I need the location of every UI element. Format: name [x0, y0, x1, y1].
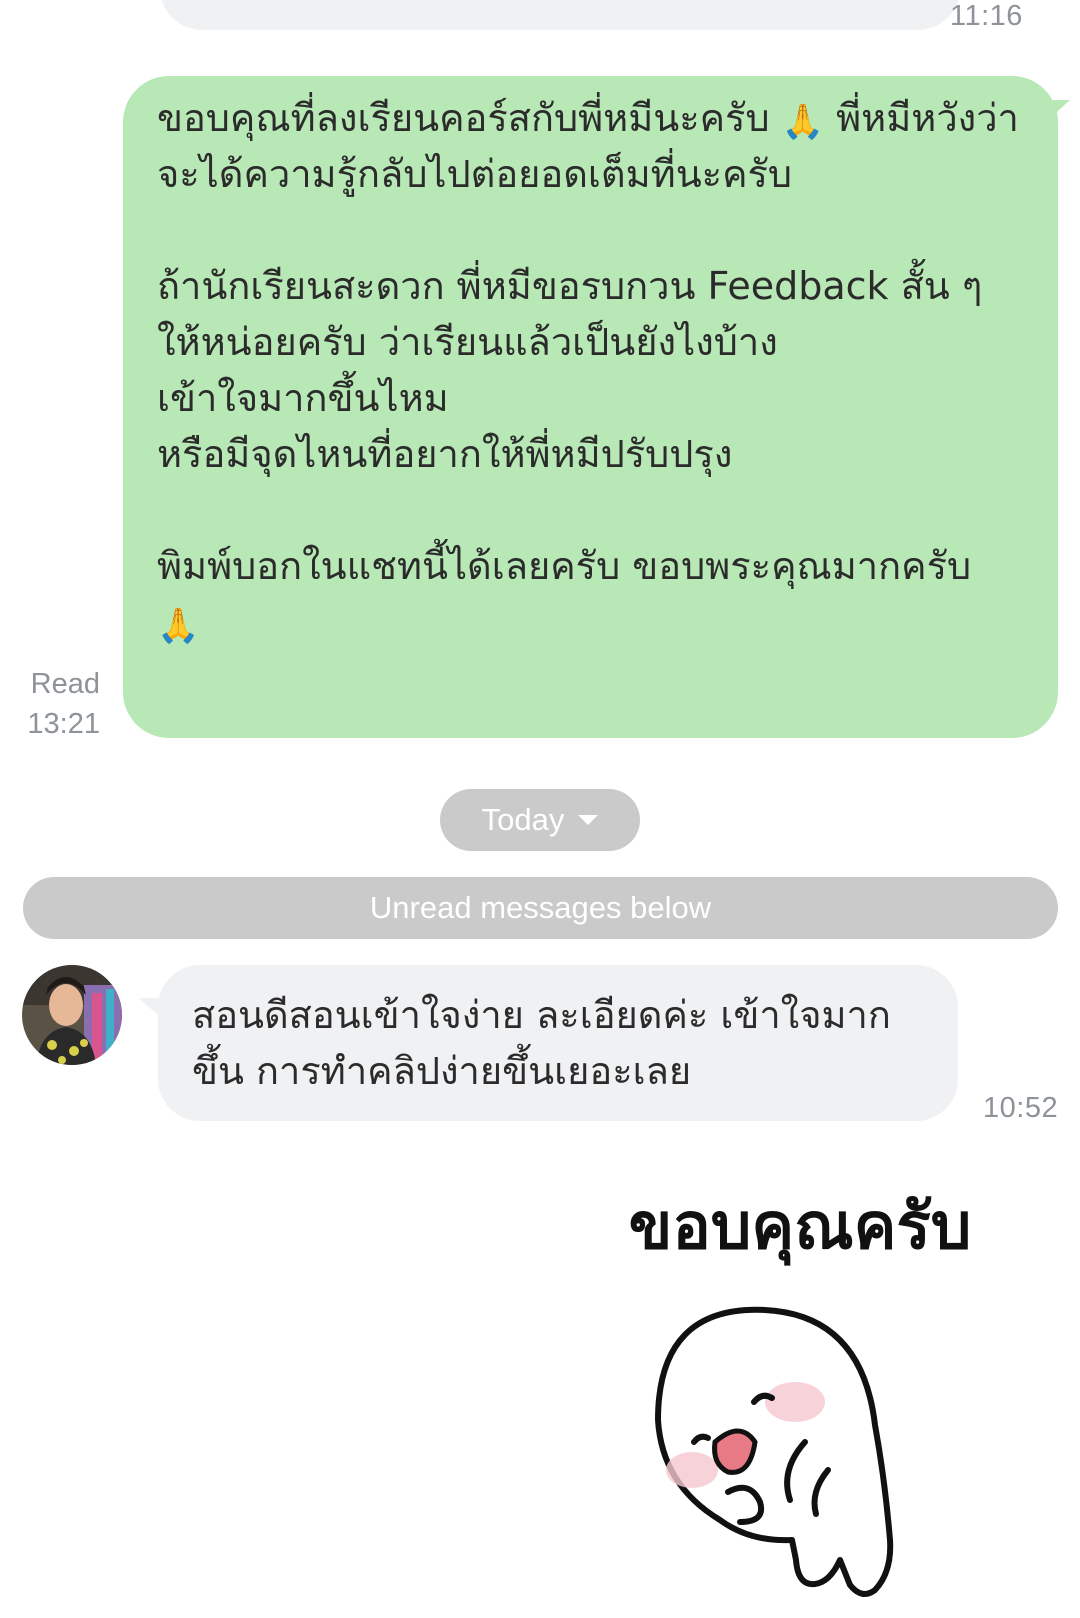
incoming-message-time: 10:52 — [983, 1092, 1059, 1124]
previous-incoming-bubble[interactable] — [160, 0, 960, 30]
folded-hands-emoji-icon: 🙏 — [157, 606, 200, 646]
outgoing-message-time: 13:21 — [27, 708, 100, 740]
incoming-message-bubble[interactable]: สอนดีสอนเข้าใจง่าย ละเอียดค่ะ เข้าใจมากข… — [158, 965, 958, 1121]
read-receipt: Read 13:21 — [20, 664, 100, 744]
avatar-photo-icon — [22, 965, 122, 1065]
outgoing-text-line1: ขอบคุณที่ลงเรียนคอร์สกับพี่หมีนะครับ — [157, 96, 770, 140]
outgoing-message-bubble[interactable]: ขอบคุณที่ลงเรียนคอร์สกับพี่หมีนะครับ 🙏 พ… — [123, 76, 1058, 738]
outgoing-text-para2: ถ้านักเรียนสะดวก พี่หมีขอรบกวน Feedback … — [157, 264, 983, 476]
sticker-text: ขอบคุณครับ — [629, 1190, 972, 1266]
date-label: Today — [481, 802, 565, 837]
read-label: Read — [30, 668, 100, 700]
unread-banner-label: Unread messages below — [369, 890, 712, 925]
folded-hands-emoji-icon: 🙏 — [781, 102, 825, 142]
date-selector-pill[interactable]: Today — [440, 789, 640, 851]
unread-messages-banner: Unread messages below — [23, 877, 1058, 939]
sender-avatar[interactable] — [22, 965, 122, 1065]
previous-message-time: 11:16 — [950, 0, 1023, 32]
caret-down-icon — [578, 815, 599, 825]
outgoing-text-para3: พิมพ์บอกในแชทนี้ได้เลยครับ ขอบพระคุณมากค… — [157, 544, 972, 588]
thank-you-sticker[interactable]: ขอบคุณครับ — [600, 1180, 1000, 1614]
outgoing-message-text: ขอบคุณที่ลงเรียนคอร์สกับพี่หมีนะครับ 🙏 พ… — [157, 90, 1024, 650]
incoming-message-text: สอนดีสอนเข้าใจง่าย ละเอียดค่ะ เข้าใจมากข… — [192, 993, 891, 1093]
sticker-image: ขอบคุณครับ — [629, 1190, 972, 1597]
